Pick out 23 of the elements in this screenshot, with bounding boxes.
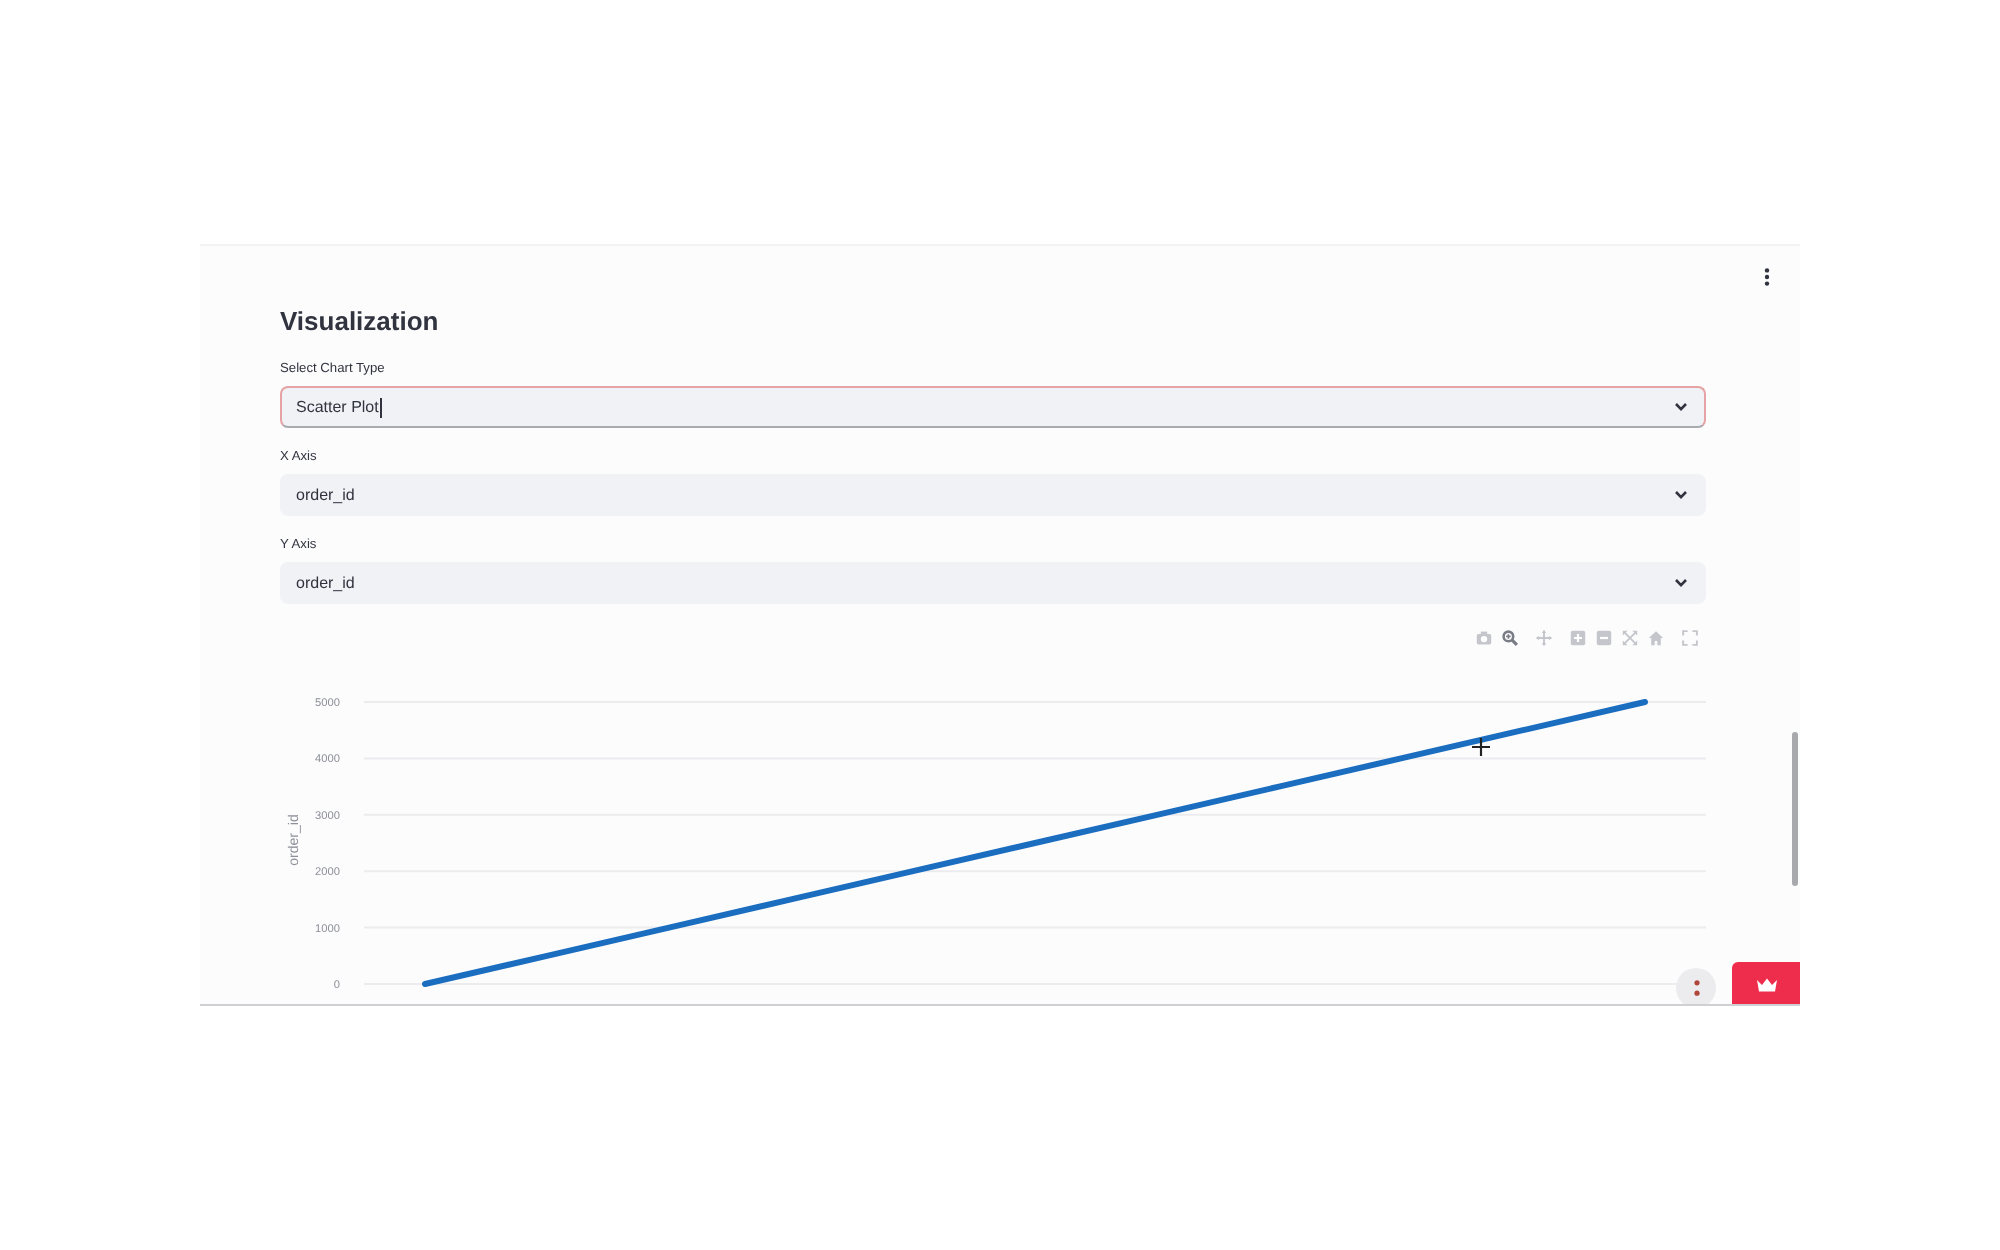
more-menu-icon[interactable]	[1764, 268, 1770, 286]
plus-square-icon[interactable]	[1570, 630, 1586, 646]
zoom-icon[interactable]	[1502, 630, 1518, 646]
crossed-arrows-icon[interactable]	[1622, 630, 1638, 646]
select-field[interactable]: order_id	[280, 562, 1706, 604]
camera-icon[interactable]	[1476, 630, 1492, 646]
crown-icon	[1755, 978, 1777, 992]
chevron-down-icon	[1674, 578, 1688, 588]
scrollbar-thumb[interactable]	[1792, 732, 1798, 886]
crown-button[interactable]	[1732, 962, 1800, 1004]
home-icon[interactable]	[1648, 630, 1664, 646]
two-dots-icon	[1693, 980, 1699, 996]
text-cursor-icon	[380, 397, 383, 417]
app-status-button[interactable]	[1676, 968, 1716, 1004]
select-field[interactable]: order_id	[280, 474, 1706, 516]
chevron-down-icon	[1674, 490, 1688, 500]
select-field[interactable]: Scatter Plot	[280, 386, 1706, 428]
minus-square-icon[interactable]	[1596, 630, 1612, 646]
page-title: Visualization	[280, 304, 439, 340]
four-way-arrow-icon[interactable]	[1536, 630, 1552, 646]
crosshair-cursor-icon	[1472, 738, 1490, 756]
chevron-down-icon	[1674, 402, 1688, 412]
fullscreen-icon[interactable]	[1682, 630, 1698, 646]
